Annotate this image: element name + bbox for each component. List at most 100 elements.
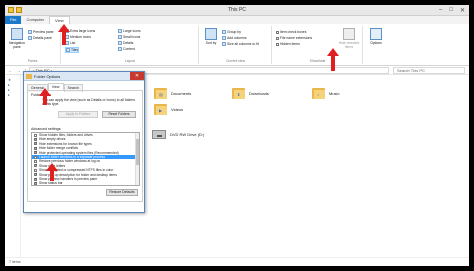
dialog-title: Folder Options bbox=[34, 74, 61, 79]
search-input[interactable]: Search This PC bbox=[393, 67, 465, 74]
advanced-list-scrollbar[interactable] bbox=[135, 133, 139, 185]
layout-small-icons[interactable]: Small icons bbox=[118, 35, 140, 39]
layout-list[interactable]: List bbox=[65, 41, 75, 45]
folder-videos[interactable]: ▶ Videos bbox=[154, 104, 183, 115]
add-columns-button[interactable]: Add columns bbox=[222, 36, 247, 40]
ribbon-group-show-hide: Item check boxes File name extensions Hi… bbox=[273, 26, 363, 64]
back-arrow-icon[interactable]: ← bbox=[8, 68, 13, 74]
ribbon-group-panes: Navigation pane Preview pane Details pan… bbox=[5, 26, 61, 64]
restore-defaults-button[interactable]: Restore Defaults bbox=[106, 189, 138, 196]
size-columns-button[interactable]: Size all columns to fit bbox=[222, 42, 259, 46]
folder-views-text: You can apply the view (such as Details … bbox=[42, 98, 135, 106]
checkmark-icon: ✓ bbox=[34, 163, 38, 168]
tab-file[interactable]: File bbox=[5, 16, 22, 24]
checkmark-icon: ✓ bbox=[34, 180, 38, 185]
layout-tiles[interactable]: Tiles bbox=[65, 47, 80, 53]
group-by-button[interactable]: Group by bbox=[222, 30, 241, 34]
folder-options-dialog: Folder Options ✕ General View Search Fol… bbox=[23, 71, 145, 213]
navigation-tree: ★ ▸ ▸ ▸ bbox=[8, 78, 11, 98]
folder-music[interactable]: ♪ Music bbox=[312, 88, 339, 99]
folder-documents[interactable]: ▤ Documents bbox=[154, 88, 191, 99]
checkbox-icon bbox=[276, 42, 279, 46]
folder-views-title: Folder views bbox=[31, 93, 52, 97]
advanced-settings-list[interactable]: Show hidden files, folders and drives ✓ H… bbox=[31, 132, 140, 186]
hide-selected-icon bbox=[343, 28, 355, 40]
ribbon-group-options: Options bbox=[364, 26, 388, 64]
scrollbar-thumb[interactable] bbox=[136, 139, 139, 165]
dvd-drive-icon bbox=[152, 130, 166, 139]
ribbon-tabs: File Computer View bbox=[5, 16, 469, 24]
dialog-close-button[interactable]: ✕ bbox=[130, 72, 144, 80]
dialog-view-panel: Folder views You can apply the view (suc… bbox=[27, 90, 143, 202]
file-name-extensions-toggle[interactable]: File name extensions bbox=[276, 36, 312, 40]
navigation-pane-button[interactable]: Navigation pane bbox=[7, 28, 27, 49]
show-hide-caption: Show/hide bbox=[309, 59, 326, 63]
folder-icon: ♪ bbox=[312, 88, 325, 99]
details-pane-button[interactable]: Details pane bbox=[28, 36, 52, 40]
ribbon-group-layout: Extra large icons Large icons Medium ico… bbox=[62, 26, 199, 64]
minimize-button[interactable]: – bbox=[439, 7, 442, 14]
layout-caption: Layout bbox=[124, 59, 136, 63]
ribbon-group-current-view: Sort by Group by Add columns Size all co… bbox=[200, 26, 272, 64]
tree-node[interactable]: ▸ bbox=[8, 93, 11, 98]
medium-icons-icon bbox=[65, 35, 69, 39]
forward-arrow-icon[interactable]: → bbox=[16, 68, 21, 74]
preview-pane-icon bbox=[28, 30, 32, 34]
reset-folders-button[interactable]: Reset Folders bbox=[102, 111, 136, 118]
checkmark-icon: ✓ bbox=[34, 150, 38, 155]
maximize-button[interactable]: □ bbox=[449, 7, 453, 14]
ribbon: Navigation pane Preview pane Details pan… bbox=[5, 24, 469, 66]
window-controls: – □ ✕ bbox=[439, 7, 465, 14]
item-check-boxes-toggle[interactable]: Item check boxes bbox=[276, 30, 306, 34]
checkbox-icon[interactable] bbox=[34, 155, 37, 159]
panes-caption: Panes bbox=[27, 59, 38, 63]
extra-large-icons-icon bbox=[65, 29, 69, 33]
navigation-pane-icon bbox=[11, 28, 23, 40]
folder-icon: ▶ bbox=[154, 104, 167, 115]
folder-downloads[interactable]: ⬇ Downloads bbox=[232, 88, 269, 99]
details-pane-icon bbox=[28, 36, 32, 40]
dvd-drive[interactable]: DVD RW Drive (D:) bbox=[152, 130, 204, 139]
small-icons-icon bbox=[118, 35, 122, 39]
details-icon bbox=[118, 41, 122, 45]
list-icon bbox=[65, 41, 69, 45]
large-icons-icon bbox=[118, 29, 122, 33]
hide-selected-items-button[interactable]: Hide selected items bbox=[337, 28, 361, 49]
tab-view[interactable]: View bbox=[49, 16, 70, 24]
close-button[interactable]: ✕ bbox=[460, 7, 465, 14]
tiles-icon bbox=[66, 48, 70, 52]
screen: This PC – □ ✕ File Computer View Navigat… bbox=[5, 5, 469, 266]
navigation-pane: ★ ▸ ▸ ▸ bbox=[5, 75, 21, 257]
folder-icon: ⬇ bbox=[232, 88, 245, 99]
dialog-title-bar: Folder Options ✕ bbox=[24, 72, 144, 81]
options-button[interactable]: Options bbox=[366, 28, 386, 45]
apply-to-folders-button[interactable]: Apply to Folders bbox=[58, 111, 98, 118]
checkbox-icon bbox=[276, 36, 279, 40]
status-bar: 7 items bbox=[5, 257, 469, 266]
window-title: This PC bbox=[228, 7, 246, 13]
checkbox-icon[interactable]: ✓ bbox=[34, 180, 38, 185]
checkbox-icon[interactable]: ✓ bbox=[34, 150, 38, 155]
advanced-setting-item[interactable]: ✓ Show status bar bbox=[32, 181, 139, 185]
window-title-bar: This PC – □ ✕ bbox=[5, 5, 469, 16]
size-columns-icon bbox=[222, 42, 226, 46]
hidden-items-toggle[interactable]: Hidden items bbox=[276, 42, 300, 46]
preview-pane-button[interactable]: Preview pane bbox=[28, 30, 54, 34]
advanced-settings-label: Advanced settings: bbox=[31, 127, 62, 131]
layout-details[interactable]: Details bbox=[118, 41, 133, 45]
layout-content[interactable]: Content bbox=[118, 47, 135, 51]
sort-by-button[interactable]: Sort by bbox=[201, 28, 221, 45]
folder-icon bbox=[26, 74, 32, 79]
layout-medium-icons[interactable]: Medium icons bbox=[65, 35, 91, 39]
tab-computer[interactable]: Computer bbox=[21, 16, 49, 24]
sort-by-icon bbox=[205, 28, 217, 40]
layout-extra-large-icons[interactable]: Extra large icons bbox=[65, 29, 95, 33]
layout-large-icons[interactable]: Large icons bbox=[118, 29, 141, 33]
options-icon bbox=[370, 28, 382, 40]
folder-icon: ▤ bbox=[154, 88, 167, 99]
checkbox-icon bbox=[276, 30, 279, 34]
checkbox-icon[interactable]: ✓ bbox=[34, 163, 38, 168]
current-view-caption: Current view bbox=[225, 59, 246, 63]
add-columns-icon bbox=[222, 36, 226, 40]
group-by-icon bbox=[222, 30, 226, 34]
